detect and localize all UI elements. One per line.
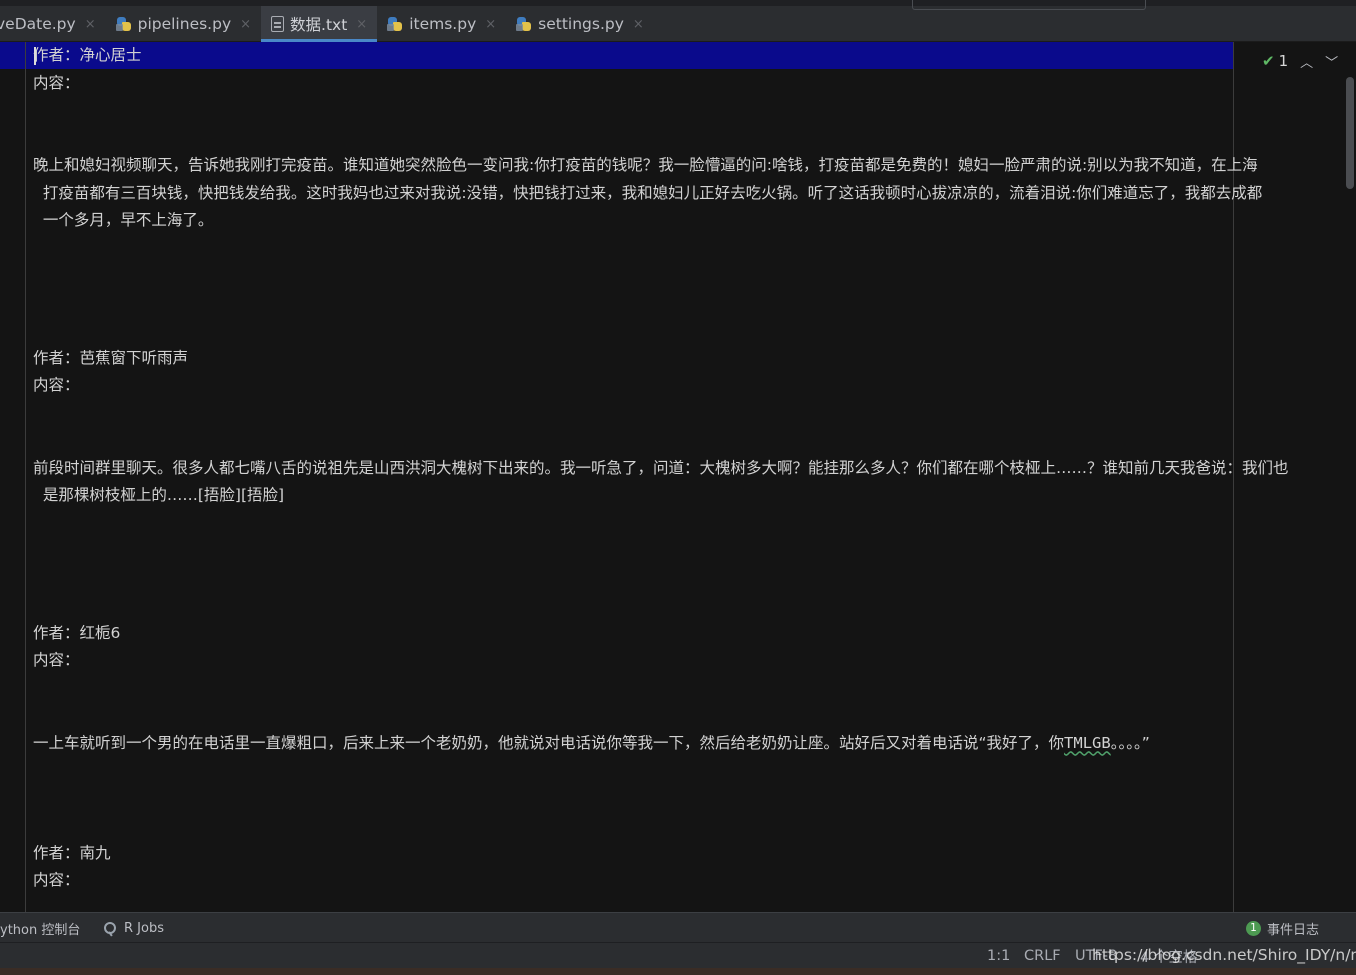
editor-line[interactable]: 一上车就听到一个男的在电话里一直爆粗口，后来上来一个老奶奶，他就说对电话说你等我… [33, 730, 1323, 758]
editor-line[interactable]: 作者：净心居士 [33, 42, 1323, 70]
editor-line[interactable]: 作者：芭蕉窗下听雨声 [33, 345, 1323, 373]
editor-line[interactable]: 晚上和媳妇视频聊天，告诉她我刚打完疫苗。谁知道她突然脸色一变问我:你打疫苗的钱呢… [33, 152, 1323, 180]
image-watermark: https://blog.csdn.net/Shiro_IDY/n/nu [1092, 946, 1356, 964]
editor-line[interactable] [33, 317, 1323, 345]
editor-line[interactable] [33, 510, 1323, 538]
event-log-tab[interactable]: 1 事件日志 [1246, 913, 1319, 943]
tab-pipelines-py[interactable]: pipelines.py × [106, 6, 261, 42]
editor-line[interactable] [33, 262, 1323, 290]
python-file-icon [516, 16, 532, 32]
editor-line[interactable]: 打疫苗都有三百块钱，快把钱发给我。这时我妈也过来对我说:没错，快把钱打过来，我和… [33, 180, 1323, 208]
tab-label: veDate.py [0, 15, 76, 33]
tab-label: settings.py [538, 15, 624, 33]
editor-line[interactable]: 是那棵树枝桠上的……[捂脸][捂脸] [33, 482, 1323, 510]
search-field-edge[interactable] [912, 0, 1146, 10]
tool-window-bar: ython 控制台 R Jobs 1 事件日志 [0, 912, 1356, 942]
line-text: 一上车就听到一个男的在电话里一直爆粗口，后来上来一个老奶奶，他就说对电话说你等我… [33, 733, 1065, 752]
taskbar-edge [0, 968, 1356, 975]
editor-line[interactable] [33, 125, 1323, 153]
event-count-badge: 1 [1246, 920, 1261, 936]
tab-strip: veDate.py × pipelines.py × 数据.txt × item… [0, 6, 654, 42]
tab-items-py[interactable]: items.py × [377, 6, 506, 42]
editor-line[interactable] [33, 895, 1323, 913]
editor-line[interactable]: 前段时间群里聊天。很多人都七嘴八舌的说祖先是山西洪洞大槐树下出来的。我一听急了，… [33, 455, 1323, 483]
editor-line[interactable]: 作者：南九 [33, 840, 1323, 868]
event-log-label: 事件日志 [1267, 922, 1320, 938]
editor-content[interactable]: 作者：净心居士 内容： 晚上和媳妇视频聊天，告诉她我刚打完疫苗。谁知道她突然脸色一变… [33, 42, 1323, 912]
editor-line[interactable] [33, 785, 1323, 813]
editor-line[interactable]: 一个多月，早不上海了。 [33, 207, 1323, 235]
line-ending[interactable]: CRLF [1024, 943, 1061, 969]
python-file-icon [387, 16, 403, 32]
editor-line[interactable] [33, 702, 1323, 730]
text-caret [34, 47, 36, 65]
editor-line[interactable]: 内容： [33, 70, 1323, 98]
editor-line[interactable]: 内容： [33, 867, 1323, 895]
editor-line[interactable] [33, 537, 1323, 565]
line-text: 。。。。” [1110, 733, 1150, 752]
tab-label: 数据.txt [290, 16, 348, 34]
editor-line[interactable]: 内容： [33, 647, 1323, 675]
close-icon[interactable]: × [85, 17, 96, 32]
editor-line[interactable] [33, 565, 1323, 593]
editor-line[interactable] [33, 97, 1323, 125]
tab-label: items.py [409, 15, 477, 33]
chevron-down-icon[interactable]: ﹀ [1325, 52, 1338, 71]
text-file-icon [271, 16, 285, 32]
close-icon[interactable]: × [356, 17, 367, 32]
editor-line[interactable] [33, 812, 1323, 840]
editor-line[interactable] [33, 675, 1323, 703]
r-jobs-tab[interactable]: R Jobs [104, 913, 164, 943]
editor-line[interactable] [33, 592, 1323, 620]
tab-savedate-py[interactable]: veDate.py × [0, 6, 106, 42]
editor-line[interactable] [33, 427, 1323, 455]
editor-line[interactable] [33, 757, 1323, 785]
r-jobs-label: R Jobs [124, 920, 164, 936]
check-icon: ✔ [1262, 52, 1275, 70]
tab-label: pipelines.py [137, 15, 232, 33]
spellcheck-word: TMLGB [1064, 733, 1111, 752]
r-jobs-icon [104, 922, 116, 934]
editor-line[interactable]: 内容： [33, 372, 1323, 400]
chevron-up-icon[interactable]: ︿ [1300, 52, 1313, 71]
editor-line[interactable] [33, 400, 1323, 428]
editor-tab-bar: veDate.py × pipelines.py × 数据.txt × item… [0, 0, 1356, 42]
vertical-scrollbar-thumb[interactable] [1346, 77, 1354, 189]
close-icon[interactable]: × [485, 17, 496, 32]
python-file-icon [115, 16, 132, 32]
gutter-divider [25, 42, 26, 912]
text-editor[interactable]: 作者：净心居士 内容： 晚上和媳妇视频聊天，告诉她我刚打完疫苗。谁知道她突然脸色一变… [0, 42, 1356, 912]
close-icon[interactable]: × [240, 17, 251, 32]
editor-line[interactable] [33, 290, 1323, 318]
inspection-count: 1 [1278, 52, 1289, 70]
tab-settings-py[interactable]: settings.py × [506, 6, 654, 42]
inspection-widget[interactable]: ✔ 1 ︿ ﹀ [1262, 50, 1338, 72]
python-console-label: ython 控制台 [0, 922, 81, 938]
editor-line[interactable]: 作者：红栀6 [33, 620, 1323, 648]
tab-data-txt[interactable]: 数据.txt × [261, 6, 378, 42]
close-icon[interactable]: × [633, 17, 644, 32]
python-console-tab[interactable]: ython 控制台 [0, 913, 80, 943]
editor-line[interactable] [33, 235, 1323, 263]
caret-position[interactable]: 1:1 [987, 943, 1010, 969]
